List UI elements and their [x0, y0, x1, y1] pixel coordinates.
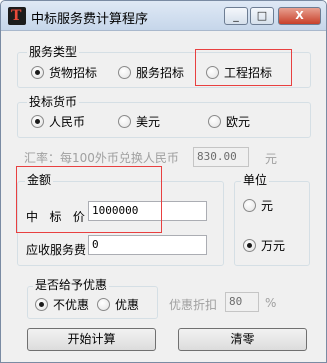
currency-label: 投标货币	[27, 95, 80, 109]
radio-wanyuan[interactable]: 万元	[243, 237, 285, 254]
title-bar[interactable]: T 中标服务费计算程序 _ □ X	[1, 1, 326, 31]
radio-wanyuan-label: 万元	[261, 239, 286, 253]
exchange-rate-unit: 元	[265, 152, 278, 166]
discount-rate-unit: %	[265, 296, 277, 310]
radio-no-discount-label: 不优惠	[53, 298, 90, 312]
radio-usd[interactable]: 美元	[118, 113, 160, 130]
exchange-rate-input[interactable]: 830.00	[193, 147, 249, 167]
exchange-rate-label: 汇率：每100外币兑换人民币	[24, 151, 179, 165]
discount-rate-input[interactable]: 80	[225, 292, 259, 312]
radio-goods[interactable]: 货物招标	[31, 64, 97, 81]
minimize-button[interactable]: _	[224, 7, 248, 25]
close-button[interactable]: X	[278, 7, 321, 25]
radio-eur-label: 欧元	[226, 115, 251, 129]
radio-discount[interactable]: 优惠	[97, 296, 139, 313]
radio-rmb-circle[interactable]	[31, 115, 44, 128]
radio-goods-circle[interactable]	[31, 66, 44, 79]
highlight-engineering	[195, 49, 292, 86]
radio-service-circle[interactable]	[118, 66, 131, 79]
unit-label: 单位	[241, 173, 270, 187]
radio-no-discount-circle[interactable]	[35, 298, 48, 311]
service-type-label: 服务类型	[27, 45, 80, 59]
app-window: T 中标服务费计算程序 _ □ X 服务类型 货物招标 服务招标 工程招标 投标…	[0, 0, 327, 363]
radio-usd-label: 美元	[136, 115, 161, 129]
radio-goods-label: 货物招标	[49, 66, 98, 80]
radio-rmb-label: 人民币	[49, 115, 86, 129]
app-icon: T	[8, 7, 26, 25]
radio-wanyuan-circle[interactable]	[243, 239, 256, 252]
radio-no-discount[interactable]: 不优惠	[35, 296, 89, 313]
service-fee-label: 应收服务费	[26, 243, 87, 257]
service-fee-input[interactable]: 0	[88, 235, 207, 255]
radio-service[interactable]: 服务招标	[118, 64, 184, 81]
radio-yuan-label: 元	[261, 199, 274, 213]
highlight-amount	[16, 166, 162, 233]
radio-service-label: 服务招标	[136, 66, 185, 80]
start-calculate-button[interactable]: 开始计算	[27, 328, 156, 351]
radio-eur[interactable]: 欧元	[208, 113, 250, 130]
radio-yuan-circle[interactable]	[243, 199, 256, 212]
radio-discount-label: 优惠	[115, 298, 140, 312]
radio-eur-circle[interactable]	[208, 115, 221, 128]
radio-discount-circle[interactable]	[97, 298, 110, 311]
radio-rmb[interactable]: 人民币	[31, 113, 85, 130]
discount-label: 是否给予优惠	[33, 278, 110, 292]
radio-yuan[interactable]: 元	[243, 197, 273, 214]
clear-button[interactable]: 清零	[178, 328, 307, 351]
radio-usd-circle[interactable]	[118, 115, 131, 128]
discount-rate-label: 优惠折扣	[169, 298, 218, 312]
window-title: 中标服务费计算程序	[31, 12, 149, 27]
maximize-button[interactable]: □	[250, 7, 274, 25]
